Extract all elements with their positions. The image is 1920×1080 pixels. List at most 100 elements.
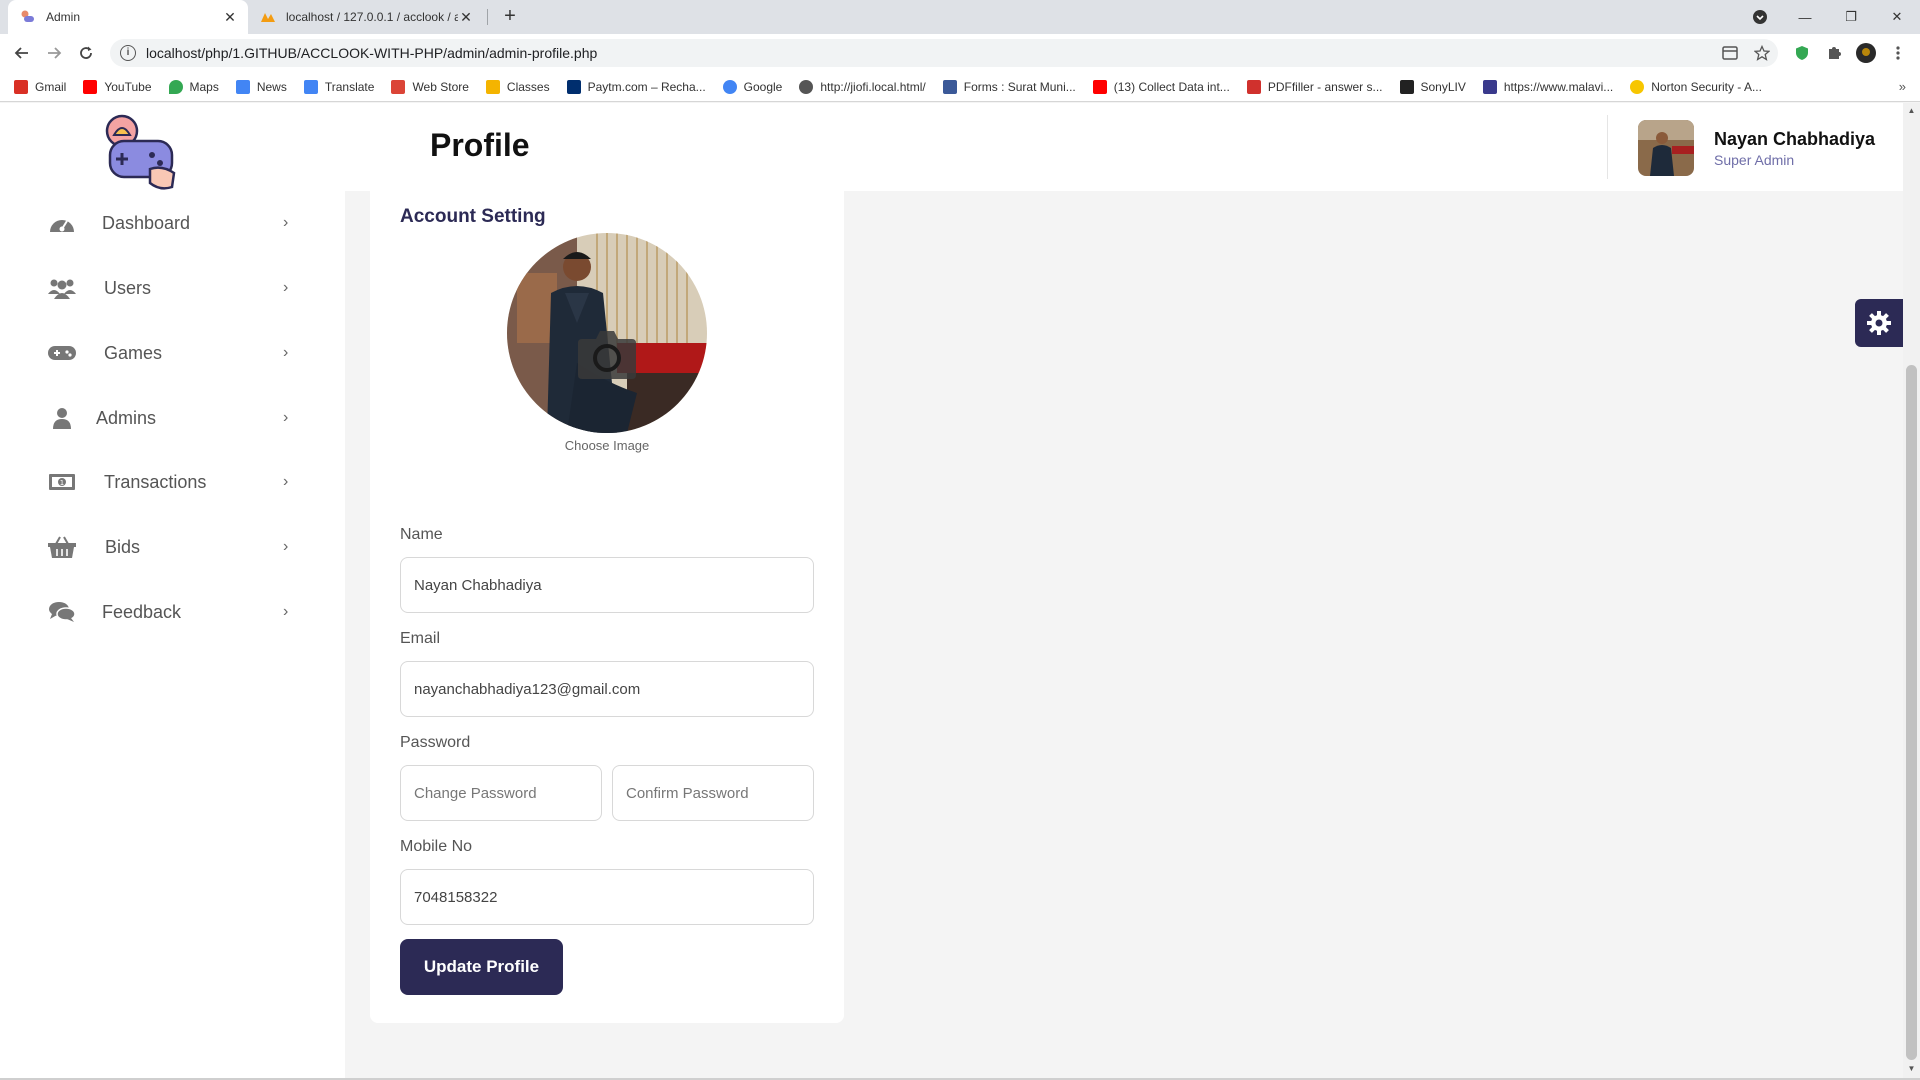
- sidebar-item-label: Games: [104, 342, 163, 363]
- sidebar-item-users[interactable]: Users ›: [0, 262, 345, 314]
- bookmark-news[interactable]: News: [235, 79, 287, 94]
- bookmark-sonyliv[interactable]: SonyLIV: [1399, 79, 1466, 94]
- sidebar-item-feedback[interactable]: Feedback ›: [0, 586, 345, 638]
- sidebar-item-label: Dashboard: [102, 212, 191, 233]
- bookmark-pdffiller[interactable]: PDFfiller - answer s...: [1246, 79, 1383, 94]
- bookmark-gmail[interactable]: Gmail: [14, 79, 66, 94]
- close-icon[interactable]: ✕: [458, 9, 474, 25]
- bookmarks-more-icon[interactable]: »: [1899, 79, 1906, 94]
- sidebar-item-bids[interactable]: Bids ›: [0, 521, 345, 573]
- bookmark-malavi[interactable]: https://www.malavi...: [1482, 79, 1613, 94]
- scroll-down-icon[interactable]: ▼: [1906, 1064, 1917, 1073]
- bookmark-forms[interactable]: Forms : Surat Muni...: [942, 79, 1076, 94]
- update-profile-button[interactable]: Update Profile: [400, 939, 563, 995]
- header-divider: [1607, 115, 1608, 179]
- tab-title: localhost / 127.0.0.1 / acclook / a: [286, 10, 458, 24]
- top-header: Profile Nayan Chabhadiya Super Admin: [345, 103, 1903, 191]
- phpmyadmin-icon: [260, 9, 276, 25]
- sidebar-item-label: Feedback: [102, 601, 182, 622]
- mobile-label: Mobile No: [400, 838, 473, 855]
- account-setting-card: Account Setting Choose Image Name Nayan …: [370, 191, 844, 1023]
- extensions-puzzle-icon[interactable]: [1822, 41, 1846, 65]
- malavi-icon: [1482, 79, 1497, 94]
- sidebar-item-games[interactable]: Games ›: [0, 327, 345, 379]
- news-icon: [235, 79, 250, 94]
- gamepad-icon: [20, 9, 36, 25]
- password-label: Password: [400, 734, 471, 751]
- url-text: localhost/php/1.GITHUB/ACCLOOK-WITH-PHP/…: [146, 45, 598, 61]
- bookmark-youtube[interactable]: YouTube: [83, 79, 152, 94]
- bookmark-norton[interactable]: Norton Security - A...: [1630, 79, 1762, 94]
- dashboard-icon: [48, 211, 76, 235]
- gear-icon: [1867, 311, 1891, 335]
- close-icon[interactable]: ✕: [222, 9, 238, 25]
- sidebar-item-label: Users: [104, 277, 152, 298]
- tab-admin[interactable]: Admin ✕: [8, 0, 248, 34]
- paytm-icon: [566, 79, 581, 94]
- browser-tab-bar: Admin ✕ localhost / 127.0.0.1 / acclook …: [0, 0, 1920, 34]
- users-icon: [48, 276, 76, 300]
- globe-icon: [799, 79, 814, 94]
- avatar[interactable]: [1638, 120, 1694, 176]
- scrollbar-thumb[interactable]: [1906, 365, 1917, 1060]
- tab-search-icon[interactable]: [1718, 41, 1742, 65]
- email-input[interactable]: nayanchabhadiya123@gmail.com: [400, 661, 814, 717]
- restore-icon[interactable]: ❐: [1828, 0, 1874, 34]
- gmail-icon: [14, 79, 28, 94]
- card-title: Account Setting: [400, 206, 546, 227]
- choose-image-link[interactable]: Choose Image: [370, 438, 844, 453]
- google-icon: [722, 79, 737, 94]
- logo-icon[interactable]: [100, 111, 184, 191]
- mobile-input[interactable]: 7048158322: [400, 869, 814, 925]
- camera-icon[interactable]: [578, 327, 636, 379]
- user-profile-icon[interactable]: [1854, 41, 1878, 65]
- name-input[interactable]: Nayan Chabhadiya: [400, 557, 814, 613]
- forward-icon[interactable]: [42, 41, 66, 65]
- bookmark-paytm[interactable]: Paytm.com – Recha...: [566, 79, 706, 94]
- basket-icon: [48, 535, 76, 559]
- bookmark-google[interactable]: Google: [722, 79, 782, 94]
- pdffiller-icon: [1246, 79, 1261, 94]
- scroll-up-icon[interactable]: ▲: [1906, 106, 1917, 115]
- reload-icon[interactable]: [74, 41, 98, 65]
- maps-icon: [168, 79, 183, 94]
- bookmark-web-store[interactable]: Web Store: [391, 79, 469, 94]
- window-close-icon[interactable]: ✕: [1874, 0, 1920, 34]
- change-password-input[interactable]: Change Password: [400, 765, 602, 821]
- minimize-icon[interactable]: —: [1782, 0, 1828, 34]
- profile-menu-button[interactable]: [1737, 0, 1783, 34]
- sidebar-item-admins[interactable]: Admins ›: [0, 392, 345, 444]
- chevron-right-icon: ›: [283, 409, 289, 426]
- page: Dashboard › Users › Games › Admins › 1 T…: [0, 103, 1903, 1078]
- email-label: Email: [400, 630, 441, 647]
- confirm-password-input[interactable]: Confirm Password: [612, 765, 814, 821]
- back-icon[interactable]: [10, 41, 34, 65]
- translate-icon: [303, 79, 318, 94]
- sidebar-item-dashboard[interactable]: Dashboard ›: [0, 197, 345, 249]
- money-icon: 1: [48, 470, 76, 494]
- bookmark-translate[interactable]: Translate: [303, 79, 374, 94]
- site-info-icon[interactable]: i: [120, 45, 136, 61]
- url-field[interactable]: i localhost/php/1.GITHUB/ACCLOOK-WITH-PH…: [110, 39, 1778, 67]
- chevron-right-icon: ›: [283, 473, 289, 490]
- tab-phpmyadmin[interactable]: localhost / 127.0.0.1 / acclook / a ✕: [252, 0, 484, 34]
- new-tab-button[interactable]: +: [498, 5, 522, 29]
- shield-extension-icon[interactable]: [1790, 41, 1814, 65]
- bookmark-star-icon[interactable]: [1750, 41, 1774, 65]
- youtube-icon: [83, 79, 98, 94]
- sidebar-item-transactions[interactable]: 1 Transactions ›: [0, 456, 345, 508]
- user-role: Super Admin: [1714, 152, 1795, 168]
- bookmark-collect-data[interactable]: (13) Collect Data int...: [1092, 79, 1230, 94]
- user-icon: [48, 406, 76, 430]
- bookmark-jiofi[interactable]: http://jiofi.local.html/: [799, 79, 926, 94]
- youtube-icon: [1092, 79, 1107, 94]
- gamepad-icon: [48, 341, 76, 365]
- web-store-icon: [391, 79, 406, 94]
- name-label: Name: [400, 526, 443, 543]
- bookmark-classes[interactable]: Classes: [485, 79, 550, 94]
- sidebar-item-label: Bids: [105, 536, 141, 557]
- kebab-menu-icon[interactable]: [1886, 41, 1910, 65]
- settings-button[interactable]: [1855, 299, 1903, 347]
- bookmark-maps[interactable]: Maps: [168, 79, 219, 94]
- svg-text:1: 1: [60, 479, 64, 487]
